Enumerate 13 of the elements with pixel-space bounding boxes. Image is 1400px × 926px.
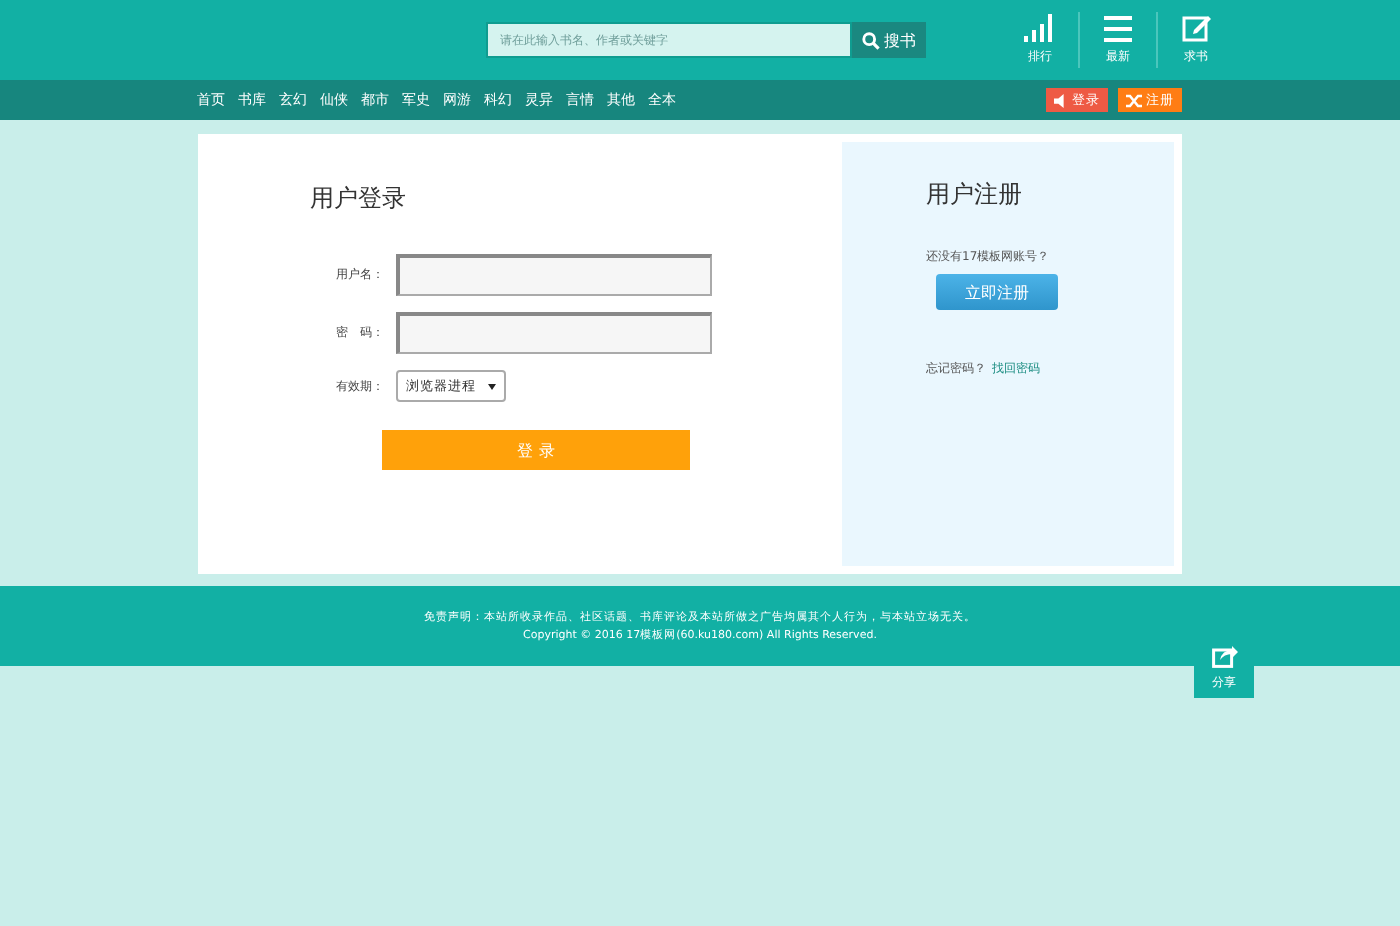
speaker-icon: [1054, 93, 1068, 107]
login-title: 用户登录: [310, 182, 408, 216]
input-field[interactable]: [396, 312, 712, 354]
edit-icon: [1181, 14, 1211, 42]
shuffle-icon: [1126, 93, 1142, 107]
register-now-button[interactable]: 立即注册: [936, 274, 1058, 310]
menu-icon: [1104, 15, 1132, 41]
input-field[interactable]: [396, 254, 712, 296]
search-icon: [862, 31, 880, 49]
register-title: 用户注册: [926, 178, 1024, 212]
signal-icon: [1024, 14, 1056, 42]
share-icon: [1211, 644, 1237, 668]
search-button[interactable]: 搜书: [852, 22, 926, 58]
